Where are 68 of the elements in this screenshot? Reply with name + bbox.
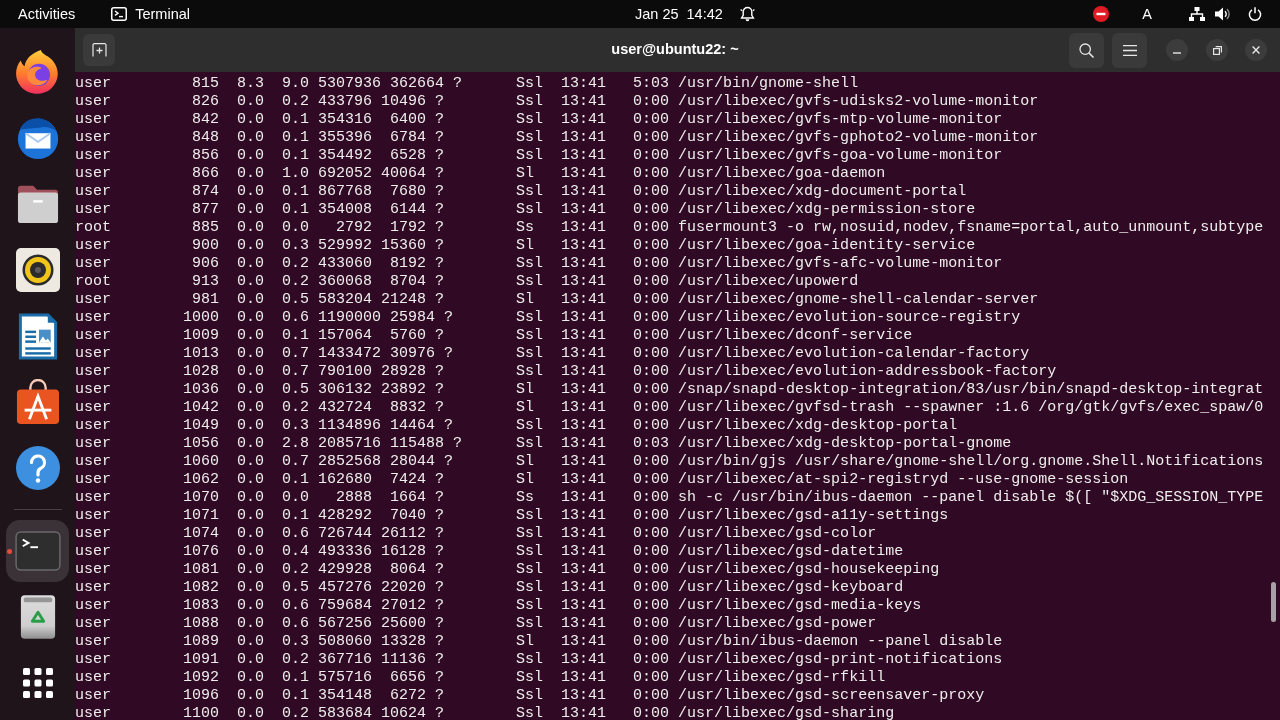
terminal-line: user 1062 0.0 0.1 162680 7424 ? Sl 13:41 0:00 /usr/libexec/at-spi2-registryd --use-gnome-session [75, 471, 1129, 489]
network-icon [1189, 7, 1205, 21]
terminal-line: user 1074 0.0 0.6 726744 26112 ? Ssl 13:41 0:00 /usr/libexec/gsd-color [75, 525, 877, 543]
terminal-line: user 1000 0.0 0.6 1190000 25984 ? Ssl 13:41 0:00 /usr/libexec/evolution-source-registry [75, 309, 1021, 327]
minimize-button[interactable] [1166, 39, 1188, 61]
trash-bin-icon [18, 594, 57, 640]
terminal-line: user 1083 0.0 0.6 759684 27012 ? Ssl 13:41 0:00 /usr/libexec/gsd-media-keys [75, 597, 922, 615]
terminal-line: user 1042 0.0 0.2 432724 8832 ? Sl 13:41 0:00 /usr/libexec/gvfsd-trash --spawner :1.6 /org/gtk/gvfs/exec_spaw/0 [75, 399, 1264, 417]
terminal-line: user 1088 0.0 0.6 567256 25600 ? Ssl 13:41 0:00 /usr/libexec/gsd-power [75, 615, 877, 633]
terminal-icon [14, 531, 61, 571]
terminal-line: user 900 0.0 0.3 529992 15360 ? Sl 13:41 0:00 /usr/libexec/goa-identity-service [75, 237, 976, 255]
tab-plus-icon [91, 43, 107, 57]
terminal-line: user 1076 0.0 0.4 493336 16128 ? Ssl 13:41 0:00 /usr/libexec/gsd-datetime [75, 543, 904, 561]
close-icon [1252, 46, 1260, 54]
menu-button[interactable] [1112, 32, 1147, 68]
terminal-line: user 1091 0.0 0.2 367716 11136 ? Ssl 13:41 0:00 /usr/libexec/gsd-print-notifications [75, 651, 1003, 669]
terminal-line: user 1092 0.0 0.1 575716 6656 ? Ssl 13:41 0:00 /usr/libexec/gsd-rfkill [75, 669, 886, 687]
power-icon [1248, 7, 1262, 21]
terminal-line: user 1056 0.0 2.8 2085716 115488 ? Ssl 13:41 0:03 /usr/libexec/xdg-desktop-portal-gnome [75, 435, 1012, 453]
terminal-line: root 885 0.0 0.0 2792 1792 ? Ss 13:41 0:00 fusermount3 -o rw,nosuid,nodev,fsname=portal,auto_unmount,subtype [75, 219, 1264, 237]
input-source-button[interactable]: A [1142, 3, 1152, 25]
terminal-line: user 1009 0.0 0.1 157064 5760 ? Ssl 13:41 0:00 /usr/libexec/dconf-service [75, 327, 913, 345]
terminal-line: user 1089 0.0 0.3 508060 13328 ? Sl 13:41 0:00 /usr/bin/ibus-daemon --panel disable [75, 633, 1003, 651]
restore-icon [1212, 45, 1222, 55]
terminal-line: user 866 0.0 1.0 692052 40064 ? Sl 13:41 0:00 /usr/libexec/goa-daemon [75, 165, 886, 183]
terminal-line: user 874 0.0 0.1 867768 7680 ? Ssl 13:41 0:00 /usr/libexec/xdg-document-portal [75, 183, 967, 201]
search-icon [1079, 42, 1094, 58]
app-menu-button[interactable]: Terminal [111, 3, 190, 25]
terminal-line: user 1036 0.0 0.5 306132 23892 ? Sl 13:41 0:00 /snap/snapd-desktop-integration/83/usr/bin/snapd-desktop-integrat [75, 381, 1264, 399]
terminal-line: user 848 0.0 0.1 355396 6784 ? Ssl 13:41 0:00 /usr/libexec/gvfs-gphoto2-volume-monitor [75, 129, 1039, 147]
terminal-line: user 1096 0.0 0.1 354148 6272 ? Ssl 13:41 0:00 /usr/libexec/gsd-screensaver-proxy [75, 687, 985, 705]
terminal-line: root 913 0.0 0.2 360068 8704 ? Ssl 13:41 0:00 /usr/libexec/upowerd [75, 273, 859, 291]
loudspeaker-icon [15, 248, 60, 292]
terminal-line: user 981 0.0 0.5 583204 21248 ? Sl 13:41 0:00 /usr/libexec/gnome-shell-calendar-server [75, 291, 1039, 309]
minimize-icon [1173, 52, 1181, 54]
activities-button[interactable]: Activities [18, 3, 76, 25]
document-icon [17, 312, 58, 360]
search-button[interactable] [1069, 32, 1104, 68]
terminal-line: user 815 8.3 9.0 5307936 362664 ? Ssl 13:41 5:03 /usr/bin/gnome-shell [75, 75, 859, 93]
menu-icon [1122, 44, 1137, 56]
terminal-line: user 1100 0.0 0.2 583684 10624 ? Ssl 13:41 0:00 /usr/libexec/gsd-sharing [75, 705, 895, 720]
terminal-line: user 856 0.0 0.1 354492 6528 ? Ssl 13:41 0:00 /usr/libexec/gvfs-goa-volume-monitor [75, 147, 1003, 165]
terminal-line: user 1081 0.0 0.2 429928 8064 ? Ssl 13:41 0:00 /usr/libexec/gsd-housekeeping [75, 561, 940, 579]
volume-icon [1215, 7, 1230, 21]
close-button[interactable] [1245, 39, 1267, 61]
terminal-line: user 1082 0.0 0.5 457276 22020 ? Ssl 13:41 0:00 /usr/libexec/gsd-keyboard [75, 579, 904, 597]
shopping-bag-icon [15, 379, 60, 425]
new-tab-button[interactable] [83, 34, 115, 66]
help-icon [14, 445, 61, 491]
terminal-line: user 826 0.0 0.2 433796 10496 ? Ssl 13:41 0:00 /usr/libexec/gvfs-udisks2-volume-monitor [75, 93, 1039, 111]
terminal-line: user 1070 0.0 0.0 2888 1664 ? Ss 13:41 0:00 sh -c /usr/bin/ibus-daemon --panel disable $([ "$XDG_SESSION_TYPE [75, 489, 1264, 507]
terminal-line: user 842 0.0 0.1 354316 6400 ? Ssl 13:41 0:00 /usr/libexec/gvfs-mtp-volume-monitor [75, 111, 1003, 129]
bell-icon [739, 6, 755, 22]
no-entry-icon[interactable] [1093, 6, 1110, 22]
terminal-line: user 1049 0.0 0.3 1134896 14464 ? Ssl 13:41 0:00 /usr/libexec/xdg-desktop-portal [75, 417, 958, 435]
flame-globe-icon [14, 49, 61, 95]
maximize-button[interactable] [1206, 39, 1228, 61]
app-grid-icon [22, 668, 53, 698]
terminal-line: user 1028 0.0 0.7 790100 28928 ? Ssl 13:41 0:00 /usr/libexec/evolution-addressbook-factory [75, 363, 1057, 381]
terminal-line: user 906 0.0 0.2 433060 8192 ? Ssl 13:41 0:00 /usr/libexec/gvfs-afc-volume-monitor [75, 255, 1003, 273]
window-title: user@ubuntu22: ~ [611, 40, 739, 60]
terminal-line: user 1071 0.0 0.1 428292 7040 ? Ssl 13:41 0:00 /usr/libexec/gsd-a11y-settings [75, 507, 949, 525]
terminal-line: user 1013 0.0 0.7 1433472 30976 ? Ssl 13:41 0:00 /usr/libexec/evolution-calendar-factory [75, 345, 1030, 363]
terminal-line: user 877 0.0 0.1 354008 6144 ? Ssl 13:41 0:00 /usr/libexec/xdg-permission-store [75, 201, 976, 219]
clock-button[interactable]: Jan 25 14:42 [635, 3, 755, 25]
scrollbar-thumb[interactable] [1271, 582, 1276, 622]
terminal-icon [111, 7, 128, 21]
terminal-line: user 1060 0.0 0.7 2852568 28044 ? Sl 13:41 0:00 /usr/bin/gjs /usr/share/gnome-shell/org.gnome.Shell.Notifications [75, 453, 1264, 471]
